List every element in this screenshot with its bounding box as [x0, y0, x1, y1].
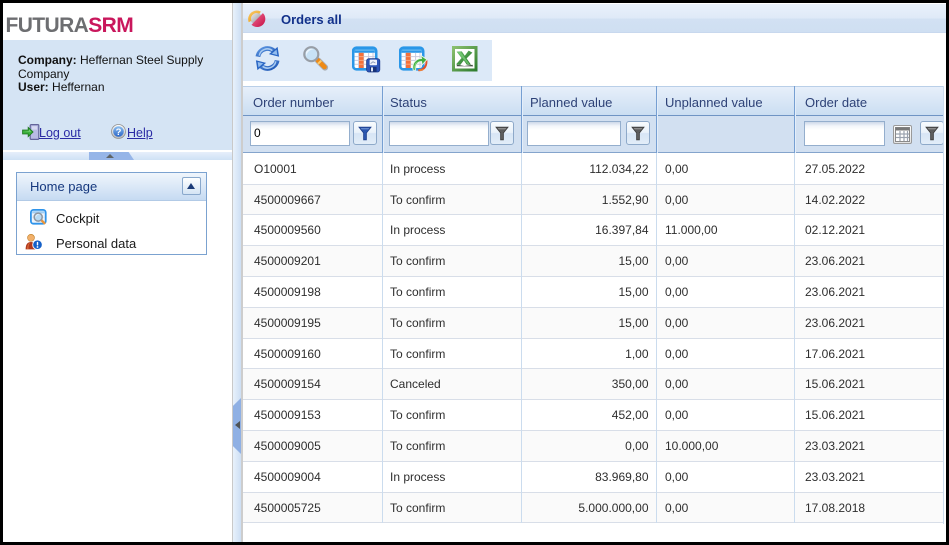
svg-text:?: ?: [116, 127, 122, 138]
